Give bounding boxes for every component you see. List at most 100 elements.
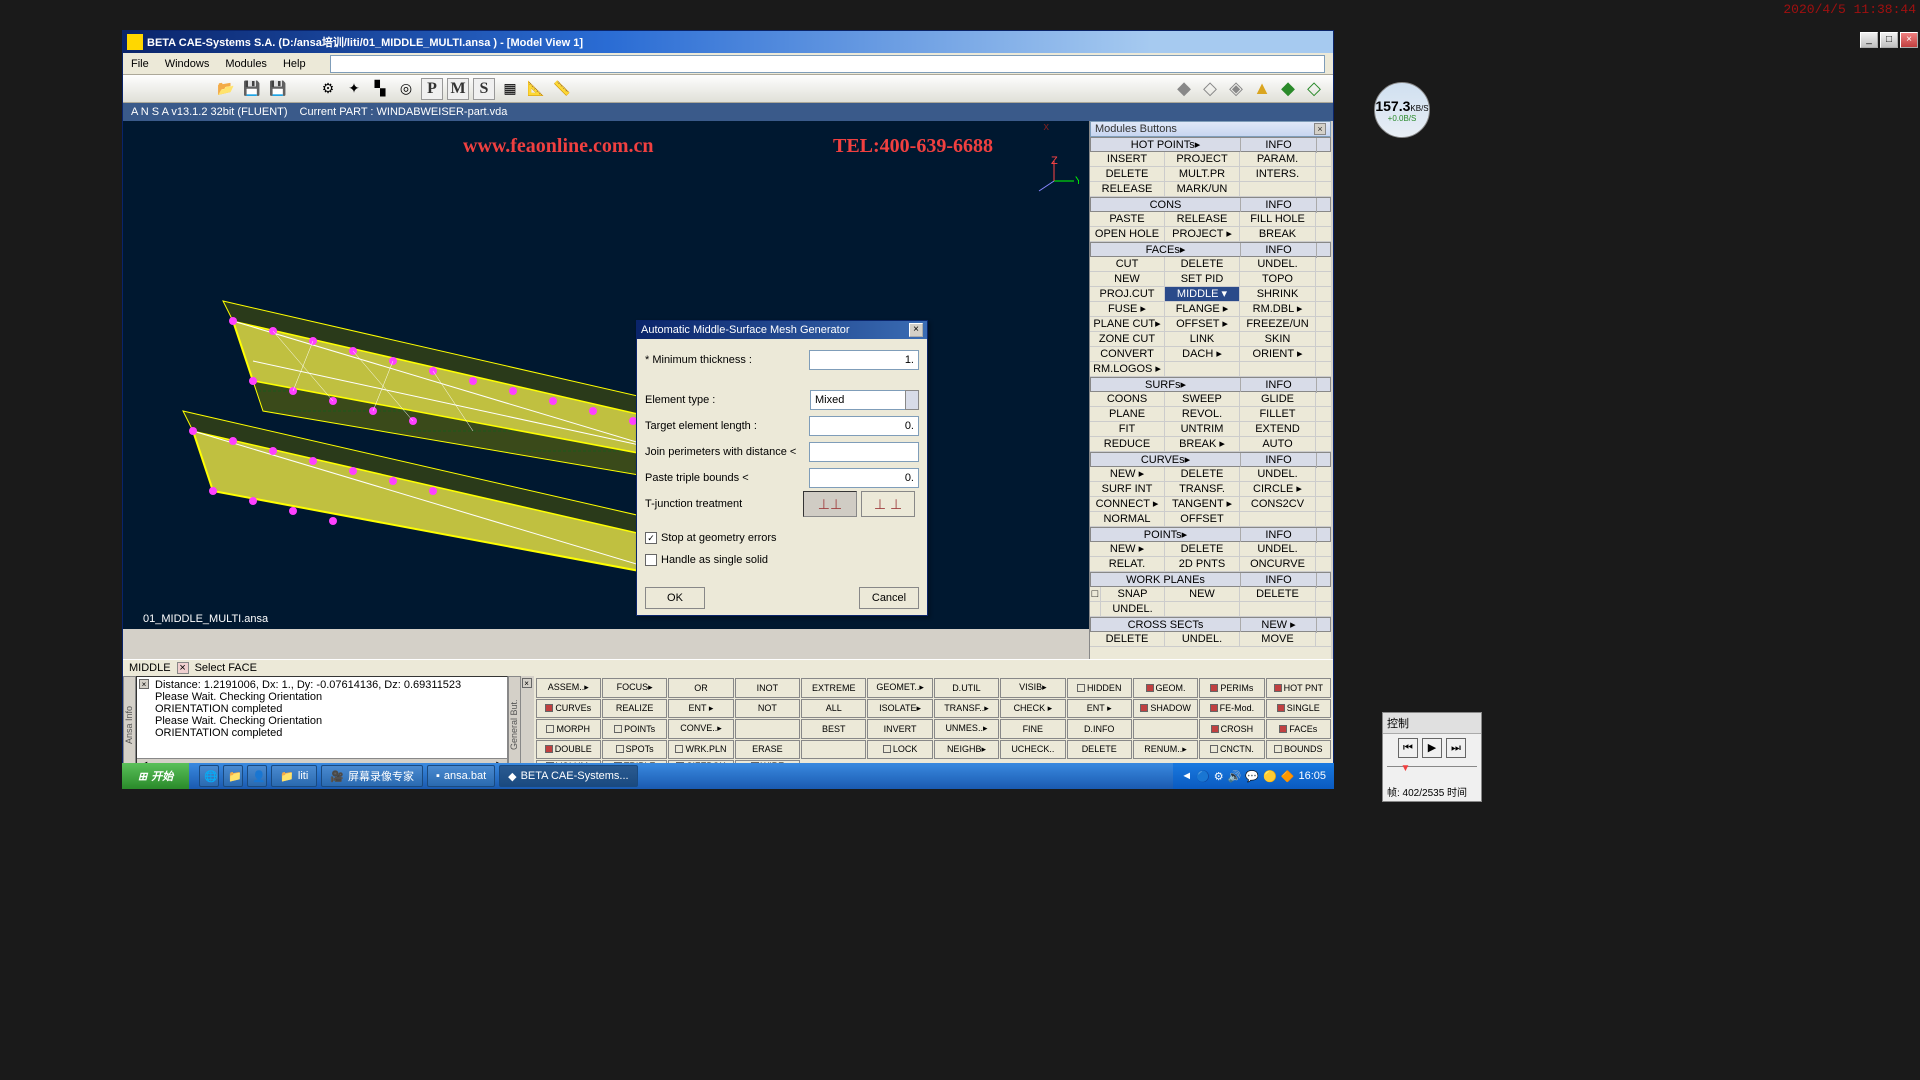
module-button[interactable]: MARK/UN	[1165, 182, 1240, 196]
module-button[interactable]: SKIN	[1240, 332, 1316, 346]
module-button[interactable]: CIRCLE ▸	[1240, 482, 1316, 496]
bottom-button[interactable]: NEIGHB▸	[934, 740, 999, 760]
tray-icon[interactable]: 🔵	[1196, 770, 1210, 783]
tray-icon[interactable]: 🟡	[1263, 770, 1277, 783]
module-button[interactable]: MULT.PR	[1165, 167, 1240, 181]
bottom-button[interactable]: HOT PNT	[1266, 678, 1331, 698]
module-button[interactable]: UNDEL.	[1165, 632, 1240, 646]
single-solid-checkbox[interactable]	[645, 554, 657, 566]
taskbar-item[interactable]: ▪ansa.bat	[427, 765, 495, 787]
module-button[interactable]: SHRINK	[1240, 287, 1316, 301]
module-button[interactable]	[1165, 602, 1240, 616]
tray-clock[interactable]: 16:05	[1298, 770, 1326, 782]
open-icon[interactable]: 📂	[215, 78, 237, 100]
section-info[interactable]: INFO	[1241, 198, 1317, 213]
module-button[interactable]: SNAP	[1101, 587, 1165, 601]
start-button[interactable]: ⊞开始	[122, 763, 189, 789]
section-info[interactable]: NEW ▸	[1241, 618, 1317, 633]
bottom-button[interactable]: ISOLATE▸	[867, 699, 932, 719]
save-icon[interactable]: 💾	[241, 78, 263, 100]
module-button[interactable]: SURF INT	[1090, 482, 1165, 496]
element-type-select[interactable]	[810, 390, 906, 410]
section-info[interactable]: INFO	[1241, 573, 1317, 588]
module-button[interactable]: PLANE	[1090, 407, 1165, 421]
module-button[interactable]: GLIDE	[1240, 392, 1316, 406]
module-button[interactable]: DELETE	[1165, 257, 1240, 271]
next-button[interactable]: ⏭	[1446, 738, 1466, 758]
section-info[interactable]: INFO	[1241, 138, 1317, 153]
3d-viewport[interactable]: www.feaonline.com.cn TEL:400-639-6688 x …	[123, 121, 1089, 629]
module-button[interactable]: UNDEL.	[1101, 602, 1165, 616]
dialog-titlebar[interactable]: Automatic Middle-Surface Mesh Generator …	[637, 321, 927, 339]
saveas-icon[interactable]: 💾	[267, 78, 289, 100]
close-icon[interactable]: ×	[522, 678, 532, 688]
ansa-info-tab[interactable]: Ansa Info	[123, 676, 136, 774]
module-button[interactable]: NORMAL	[1090, 512, 1165, 526]
section-header[interactable]: CURVEs▸	[1091, 453, 1241, 468]
bottom-button[interactable]	[1133, 719, 1198, 739]
bottom-button[interactable]: TRANSF..▸	[934, 699, 999, 719]
prev-button[interactable]: ⏮	[1398, 738, 1418, 758]
close-icon[interactable]: ×	[1314, 123, 1326, 135]
module-button[interactable]: MOVE	[1240, 632, 1316, 646]
bottom-button[interactable]: D.INFO	[1067, 719, 1132, 739]
bottom-button[interactable]: SHADOW	[1133, 699, 1198, 719]
module-button[interactable]: RM.DBL ▸	[1240, 302, 1316, 316]
tray-icon[interactable]: ◄	[1181, 770, 1192, 782]
module-button[interactable]: INTERS.	[1240, 167, 1316, 181]
bottom-button[interactable]: DOUBLE	[536, 740, 601, 760]
bottom-button[interactable]: BOUNDS	[1266, 740, 1331, 760]
menu-help[interactable]: Help	[283, 58, 306, 70]
module-button[interactable]: FILLET	[1240, 407, 1316, 421]
close-button[interactable]: ×	[1900, 32, 1918, 48]
section-header[interactable]: SURFs▸	[1091, 378, 1241, 393]
tray-icon[interactable]: 💬	[1245, 770, 1259, 783]
module-button[interactable]	[1240, 182, 1316, 196]
bottom-button[interactable]: FINE	[1000, 719, 1065, 739]
menu-file[interactable]: File	[131, 58, 149, 70]
bottom-button[interactable]: ENT ▸	[1067, 699, 1132, 719]
bottom-button[interactable]: PERIMs	[1199, 678, 1264, 698]
module-button[interactable]: PLANE CUT▸	[1090, 317, 1165, 331]
minimize-button[interactable]: _	[1860, 32, 1878, 48]
module-button[interactable]: PASTE	[1090, 212, 1165, 226]
bottom-button[interactable]: REALIZE	[602, 699, 667, 719]
bottom-button[interactable]: GEOM.	[1133, 678, 1198, 698]
bottom-button[interactable]: CNCTN.	[1199, 740, 1264, 760]
tjunction-option-2[interactable]: ⊥ ⊥	[861, 491, 915, 517]
quicklaunch-icon[interactable]: 👤	[247, 765, 267, 787]
bottom-button[interactable]: ASSEM..▸	[536, 678, 601, 698]
module-button[interactable]: OPEN HOLE	[1090, 227, 1165, 241]
bottom-button[interactable]: BEST	[801, 719, 866, 739]
tool-icon-1[interactable]: ⚙	[317, 78, 339, 100]
bottom-button[interactable]: UCHECK..	[1000, 740, 1065, 760]
module-button[interactable]: RM.LOGOS ▸	[1090, 362, 1165, 376]
section-info[interactable]: INFO	[1241, 453, 1317, 468]
section-header[interactable]: HOT POINTs▸	[1091, 138, 1241, 153]
module-button[interactable]: ZONE CUT	[1090, 332, 1165, 346]
s-button[interactable]: S	[473, 78, 495, 100]
bottom-button[interactable]: UNMES..▸	[934, 719, 999, 739]
module-button[interactable]: DELETE	[1165, 542, 1240, 556]
tool-icon-2[interactable]: ✦	[343, 78, 365, 100]
module-button[interactable]: CONNECT ▸	[1090, 497, 1165, 511]
module-button[interactable]: RELEASE	[1090, 182, 1165, 196]
bottom-button[interactable]: CROSH	[1199, 719, 1264, 739]
min-thickness-input[interactable]	[809, 350, 919, 370]
module-button[interactable]: UNDEL.	[1240, 542, 1316, 556]
module-button[interactable]	[1240, 602, 1316, 616]
view-icon-1[interactable]: ◆	[1173, 78, 1195, 100]
section-info[interactable]: INFO	[1241, 243, 1317, 258]
p-button[interactable]: P	[421, 78, 443, 100]
modules-panel-title[interactable]: Modules Buttons×	[1090, 121, 1331, 137]
m-button[interactable]: M	[447, 78, 469, 100]
module-button[interactable]: DELETE	[1090, 632, 1165, 646]
module-button[interactable]: FILL HOLE	[1240, 212, 1316, 226]
view-icon-5[interactable]: ◆	[1277, 78, 1299, 100]
module-button[interactable]: UNTRIM	[1165, 422, 1240, 436]
module-button[interactable]: FIT	[1090, 422, 1165, 436]
module-button[interactable]: PARAM.	[1240, 152, 1316, 166]
module-button[interactable]: AUTO	[1240, 437, 1316, 451]
bottom-button[interactable]: CURVEs	[536, 699, 601, 719]
cancel-button[interactable]: Cancel	[859, 587, 919, 609]
